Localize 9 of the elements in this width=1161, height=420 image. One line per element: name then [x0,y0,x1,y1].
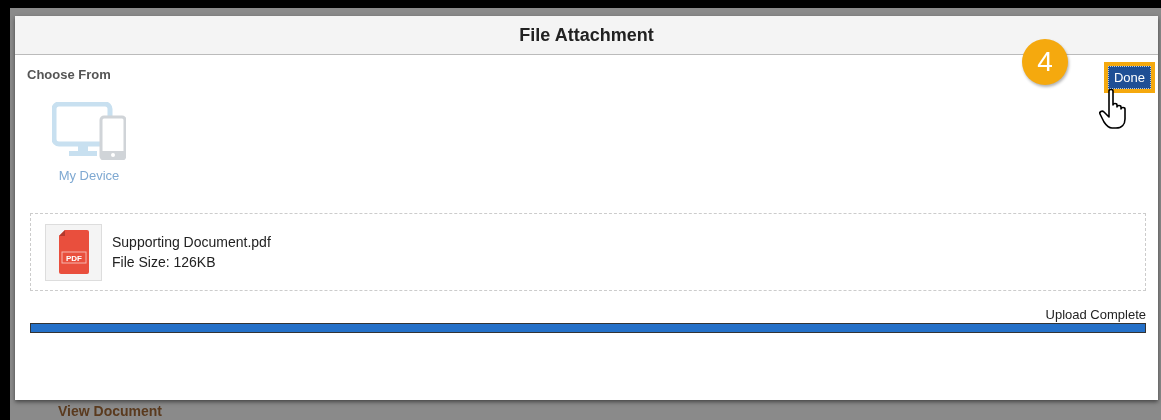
done-button[interactable]: Done [1107,66,1151,89]
choose-from-label: Choose From [27,67,111,82]
dialog-title: File Attachment [519,24,654,46]
file-type-label: PDF [65,254,82,263]
upload-status: Upload Complete [1045,307,1146,322]
monitor-phone-icon[interactable] [52,102,126,160]
file-name: Supporting Document.pdf [112,234,271,250]
file-size: File Size: 126KB [112,254,217,270]
view-document-link[interactable]: View Document [58,403,162,419]
